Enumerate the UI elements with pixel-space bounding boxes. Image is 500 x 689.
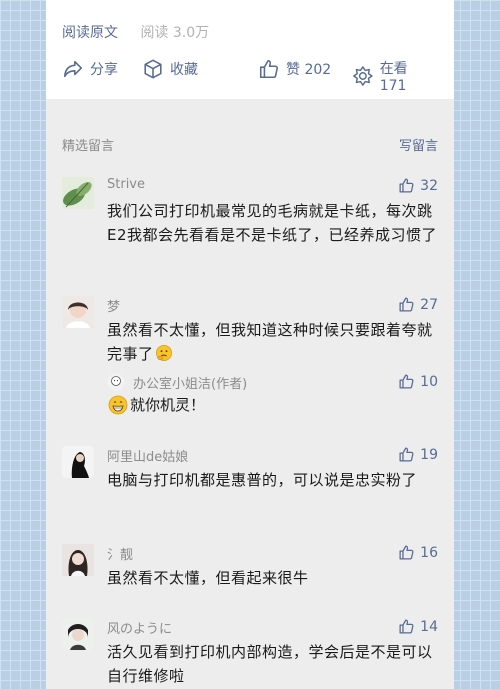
- article-page: 阅读原文 阅读 3.0万 分享 收藏 赞 202 在看 171 精选留言 写留言…: [46, 0, 454, 689]
- write-comment-button[interactable]: 写留言: [399, 135, 438, 154]
- comment-item: 氵靓 16 虽然看不太懂，但看起来很牛: [62, 544, 438, 590]
- comment-like-button[interactable]: 27: [398, 296, 438, 313]
- avatar[interactable]: [62, 177, 94, 209]
- author-reply: 办公室小姐洁(作者) 10 就你机灵！: [107, 373, 438, 421]
- avatar[interactable]: [62, 618, 94, 650]
- comment-item: 梦 27 虽然看不太懂，但我知道这种时候只要跟着夸就完事了 办公室小姐洁(作者)…: [62, 296, 438, 426]
- comment-nickname: 氵靓: [107, 548, 134, 563]
- comment-text-block: 虽然看不太懂，但我知道这种时候只要跟着夸就完事了: [107, 318, 438, 366]
- thumbs-up-icon: [259, 59, 278, 79]
- comment-item: 阿里山de姑娘 19 电脑与打印机都是惠普的，可以说是忠实粉了: [62, 446, 438, 516]
- comment-text: 电脑与打印机都是惠普的，可以说是忠实粉了: [107, 471, 418, 489]
- comment-like-button[interactable]: 14: [398, 618, 438, 635]
- comment-nickname: Strive: [107, 177, 145, 192]
- like-label: 赞 202: [286, 62, 332, 78]
- share-button[interactable]: 分享: [62, 58, 118, 80]
- comments-header: 精选留言 写留言: [62, 135, 438, 154]
- author-reply-nickname: 办公室小姐洁(作者): [133, 377, 248, 392]
- comment-nickname: 风のように: [107, 622, 173, 637]
- share-icon: [63, 60, 83, 78]
- author-reply-text: 就你机灵！: [130, 396, 206, 414]
- avatar[interactable]: [62, 296, 94, 328]
- grinning-emoji-icon: [108, 395, 128, 414]
- comment-like-count: 32: [420, 177, 438, 194]
- favorite-label: 收藏: [170, 62, 198, 78]
- cube-icon: [144, 59, 162, 79]
- thumbs-up-icon: [399, 447, 414, 462]
- comment-like-count: 27: [420, 296, 438, 313]
- comment-like-button[interactable]: 16: [398, 544, 438, 561]
- read-original-link[interactable]: 阅读原文: [62, 25, 118, 41]
- comment-like-button[interactable]: 32: [398, 177, 438, 194]
- thumbs-up-icon: [399, 545, 414, 560]
- comment-text: 虽然看不太懂，但看起来很牛: [107, 569, 309, 587]
- author-reply-like-button[interactable]: 10: [398, 373, 438, 390]
- article-actions: 分享 收藏 赞 202 在看 171: [62, 58, 438, 94]
- author-reply-text-block: 就你机灵！: [107, 394, 205, 415]
- thumbs-up-icon: [399, 619, 414, 634]
- comment-like-count: 16: [420, 544, 438, 561]
- author-reply-like-count: 10: [420, 373, 438, 390]
- featured-comments-title: 精选留言: [62, 139, 115, 154]
- read-count: 阅读 3.0万: [140, 25, 210, 41]
- flower-icon: [353, 66, 373, 86]
- watching-label: 在看 171: [379, 61, 408, 94]
- article-meta-row: 阅读原文 阅读 3.0万: [62, 22, 209, 42]
- avatar[interactable]: [62, 544, 94, 576]
- thumbs-up-icon: [399, 297, 414, 312]
- comment-text: 我们公司打印机最常见的毛病就是卡纸，每次跳E2我都会先看看是不是卡纸了，已经养成…: [107, 202, 438, 244]
- comment-item: 风のように 14 活久见看到打印机内部构造，学会后是不是可以自行维修啦: [62, 618, 438, 689]
- watching-button[interactable]: 在看 171: [352, 58, 438, 94]
- avatar[interactable]: [62, 446, 94, 478]
- like-button[interactable]: 赞 202: [258, 58, 331, 80]
- comment-like-button[interactable]: 19: [398, 446, 438, 463]
- thinking-emoji-icon: [155, 344, 172, 362]
- favorite-button[interactable]: 收藏: [142, 58, 198, 80]
- share-label: 分享: [90, 62, 118, 78]
- comment-text: 活久见看到打印机内部构造，学会后是不是可以自行维修啦: [107, 643, 433, 685]
- author-avatar[interactable]: [107, 373, 125, 391]
- thumbs-up-icon: [399, 374, 414, 389]
- comment-item: Strive 32 我们公司打印机最常见的毛病就是卡纸，每次跳E2我都会先看看是…: [62, 177, 438, 267]
- thumbs-up-icon: [399, 178, 414, 193]
- comment-like-count: 19: [420, 446, 438, 463]
- comment-like-count: 14: [420, 618, 438, 635]
- comment-nickname: 梦: [107, 300, 121, 315]
- article-footer-card: 阅读原文 阅读 3.0万 分享 收藏 赞 202 在看 171: [46, 0, 454, 99]
- comment-nickname: 阿里山de姑娘: [107, 450, 189, 465]
